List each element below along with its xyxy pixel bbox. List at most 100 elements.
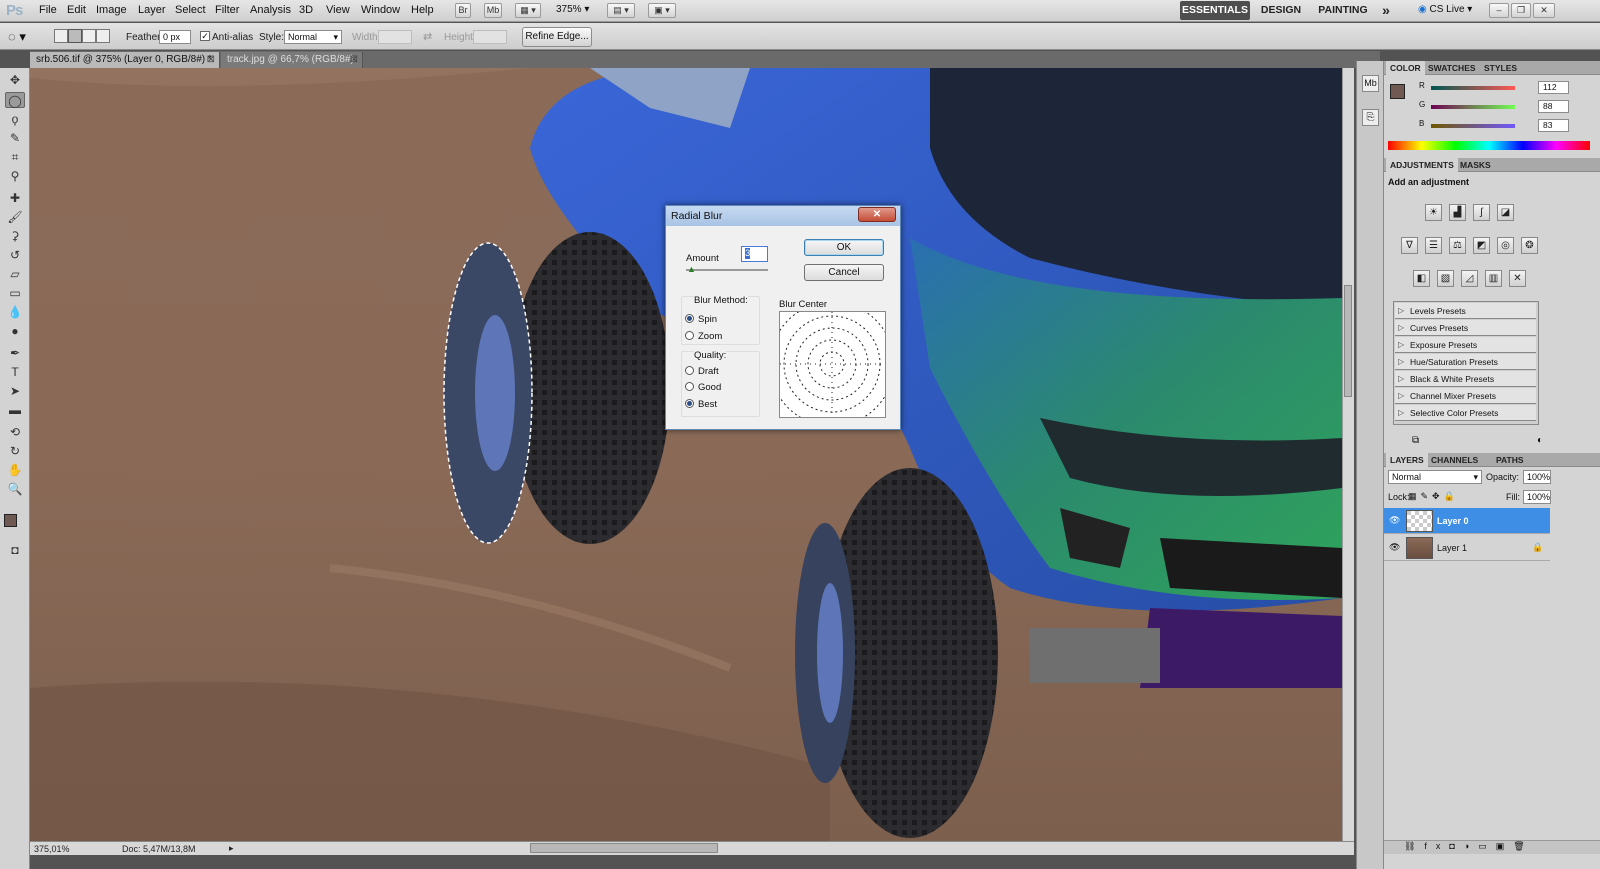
preset-selective-color[interactable]: ▷ Selective Color Presets bbox=[1395, 405, 1536, 421]
cancel-button[interactable]: Cancel bbox=[804, 264, 884, 281]
radio-icon[interactable] bbox=[685, 366, 694, 375]
color-balance-icon[interactable]: ⚖ bbox=[1449, 237, 1466, 254]
anti-alias-checkbox[interactable]: ✓ bbox=[200, 31, 210, 41]
layer-row-layer-0[interactable]: 👁 Layer 0 bbox=[1384, 508, 1550, 534]
tool-preset-picker[interactable]: ◌ ▾ bbox=[8, 29, 26, 45]
menu-3d[interactable]: 3D bbox=[299, 4, 313, 16]
swap-dimensions-icon[interactable]: ⇄ bbox=[423, 30, 432, 43]
vertical-scrollbar[interactable] bbox=[1342, 68, 1354, 841]
style-select[interactable]: Normal ▾ bbox=[284, 30, 342, 44]
arrange-documents-button[interactable]: ▤ ▾ bbox=[607, 3, 635, 18]
red-track[interactable] bbox=[1431, 86, 1515, 90]
path-selection-tool-icon[interactable]: ➤ bbox=[5, 383, 25, 399]
curves-icon[interactable]: ∫ bbox=[1473, 204, 1490, 221]
radio-icon[interactable] bbox=[685, 331, 694, 340]
clone-stamp-tool-icon[interactable]: ⚳ bbox=[5, 228, 25, 244]
workspace-design[interactable]: DESIGN bbox=[1256, 1, 1306, 20]
mask-toggle-icon[interactable]: ◐ bbox=[1537, 435, 1543, 446]
radio-icon[interactable] bbox=[685, 399, 694, 408]
menu-window[interactable]: Window bbox=[361, 4, 400, 16]
height-input[interactable] bbox=[473, 30, 507, 44]
dialog-titlebar[interactable]: Radial Blur ✕ bbox=[666, 206, 900, 226]
vertical-scroll-thumb[interactable] bbox=[1344, 285, 1352, 397]
green-slider[interactable]: G 88 bbox=[1414, 100, 1594, 114]
preset-channel-mixer[interactable]: ▷ Channel Mixer Presets bbox=[1395, 388, 1536, 404]
menu-help[interactable]: Help bbox=[411, 4, 434, 16]
history-panel-icon[interactable]: ⎘ bbox=[1362, 109, 1379, 126]
visibility-eye-icon[interactable]: 👁 bbox=[1389, 515, 1400, 526]
mini-bridge-panel-icon[interactable]: Mb bbox=[1362, 75, 1379, 92]
minimize-button[interactable]: – bbox=[1489, 3, 1509, 18]
preset-exposure[interactable]: ▷ Exposure Presets bbox=[1395, 337, 1536, 353]
layer-name[interactable]: Layer 0 bbox=[1437, 516, 1469, 526]
blend-mode-select[interactable]: Normal ▾ bbox=[1388, 470, 1482, 484]
blue-slider[interactable]: B 83 bbox=[1414, 119, 1594, 133]
zoom-tool-icon[interactable]: 🔍 bbox=[5, 481, 25, 497]
move-tool-icon[interactable]: ✥ bbox=[5, 72, 25, 88]
hue-saturation-icon[interactable]: ☰ bbox=[1425, 237, 1442, 254]
tab-adjustments[interactable]: ADJUSTMENTS bbox=[1386, 158, 1458, 172]
width-input[interactable] bbox=[378, 30, 412, 44]
doc-tab-track[interactable]: track.jpg @ 66,7% (RGB/8#) ⊠ bbox=[221, 52, 363, 68]
blur-method-zoom[interactable]: Zoom bbox=[685, 331, 722, 342]
quality-draft[interactable]: Draft bbox=[685, 366, 719, 377]
bridge-button[interactable]: Br bbox=[455, 3, 471, 18]
blur-center-preview[interactable] bbox=[769, 301, 895, 427]
foreground-color-swatch[interactable] bbox=[4, 514, 17, 527]
invert-icon[interactable]: ◧ bbox=[1413, 270, 1430, 287]
selective-color-icon[interactable]: ✕ bbox=[1509, 270, 1526, 287]
menu-filter[interactable]: Filter bbox=[215, 4, 239, 16]
tab-styles[interactable]: STYLES bbox=[1480, 61, 1521, 75]
radio-icon[interactable] bbox=[685, 382, 694, 391]
blur-method-spin[interactable]: Spin bbox=[685, 314, 717, 325]
clip-to-layer-icon[interactable]: ⧉ bbox=[1412, 435, 1419, 446]
green-value[interactable]: 88 bbox=[1538, 100, 1569, 113]
tab-swatches[interactable]: SWATCHES bbox=[1424, 61, 1480, 75]
subtract-selection-button[interactable] bbox=[82, 29, 96, 43]
visibility-eye-icon[interactable]: 👁 bbox=[1389, 542, 1400, 553]
3d-rotate-tool-icon[interactable]: ⟲ bbox=[5, 424, 25, 440]
red-slider[interactable]: R 112 bbox=[1414, 81, 1594, 95]
photo-filter-icon[interactable]: ◎ bbox=[1497, 237, 1514, 254]
brush-tool-icon[interactable]: 🖌 bbox=[5, 209, 25, 225]
ok-button[interactable]: OK bbox=[804, 239, 884, 256]
tab-paths[interactable]: PATHS bbox=[1492, 453, 1528, 467]
color-foreground-swatch[interactable] bbox=[1390, 84, 1405, 99]
menu-layer[interactable]: Layer bbox=[138, 4, 166, 16]
type-tool-icon[interactable]: T bbox=[5, 364, 25, 380]
tab-layers[interactable]: LAYERS bbox=[1386, 453, 1428, 467]
horizontal-scroll-thumb[interactable] bbox=[530, 843, 718, 853]
color-spectrum-bar[interactable] bbox=[1388, 141, 1590, 150]
quick-mask-icon[interactable]: ◘ bbox=[5, 542, 25, 558]
restore-button[interactable]: ❐ bbox=[1511, 3, 1531, 18]
elliptical-marquee-tool-icon[interactable]: ◯ bbox=[5, 92, 25, 108]
workspace-essentials[interactable]: ESSENTIALS bbox=[1180, 1, 1250, 20]
red-value[interactable]: 112 bbox=[1538, 81, 1569, 94]
radio-icon[interactable] bbox=[685, 314, 694, 323]
close-icon[interactable]: ⊠ bbox=[207, 52, 215, 68]
rectangle-tool-icon[interactable]: ▬ bbox=[5, 402, 25, 418]
preset-curves[interactable]: ▷ Curves Presets bbox=[1395, 320, 1536, 336]
exposure-icon[interactable]: ◪ bbox=[1497, 204, 1514, 221]
blur-tool-icon[interactable]: 💧 bbox=[5, 304, 25, 320]
amount-slider-track[interactable] bbox=[686, 269, 768, 271]
vibrance-icon[interactable]: ∇ bbox=[1401, 237, 1418, 254]
menu-view[interactable]: View bbox=[326, 4, 350, 16]
doc-tab-srb[interactable]: srb.506.tif @ 375% (Layer 0, RGB/8#) * ⊠ bbox=[30, 52, 220, 68]
blue-value[interactable]: 83 bbox=[1538, 119, 1569, 132]
layers-footer-buttons[interactable]: ⛓fx◘◑▭▣🗑 bbox=[1384, 840, 1600, 854]
preset-black-white[interactable]: ▷ Black & White Presets bbox=[1395, 371, 1536, 387]
threshold-icon[interactable]: ◿ bbox=[1461, 270, 1478, 287]
status-menu-arrow[interactable]: ▸ bbox=[229, 843, 234, 854]
spot-healing-tool-icon[interactable]: ✚ bbox=[5, 190, 25, 206]
view-extras-button[interactable]: ▦ ▾ bbox=[515, 3, 541, 18]
lasso-tool-icon[interactable]: ϙ bbox=[5, 111, 25, 127]
more-workspaces-button[interactable]: » bbox=[1378, 1, 1394, 20]
black-white-icon[interactable]: ◩ bbox=[1473, 237, 1490, 254]
quick-selection-tool-icon[interactable]: ✎ bbox=[5, 130, 25, 146]
close-icon[interactable]: ⊠ bbox=[350, 52, 358, 68]
lock-options-icons[interactable]: ▦✎✥🔒 bbox=[1408, 491, 1459, 502]
menu-file[interactable]: File bbox=[39, 4, 57, 16]
document-canvas[interactable] bbox=[30, 68, 1342, 841]
dodge-tool-icon[interactable]: ● bbox=[5, 323, 25, 339]
